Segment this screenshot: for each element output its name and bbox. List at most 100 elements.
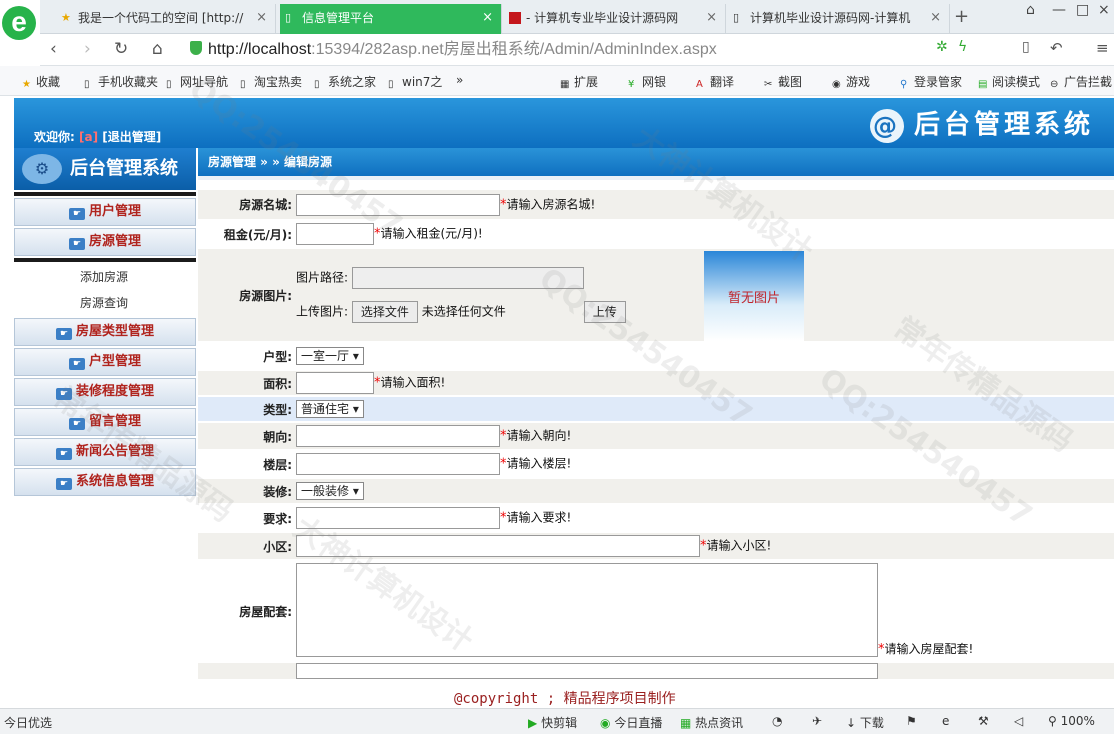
- bookmark-item[interactable]: ▤ 阅读模式: [978, 73, 1040, 91]
- choose-file-button[interactable]: 选择文件: [351, 301, 418, 323]
- breadcrumb: 房源管理 » » 编辑房源: [198, 148, 1114, 176]
- skin-icon[interactable]: ⌂: [1026, 2, 1035, 18]
- tab-label: 我是一个代码工的空间 [http://: [78, 11, 244, 25]
- bookmark-item[interactable]: ▯ win7之: [388, 73, 442, 91]
- bookmark-item[interactable]: ▦ 扩展: [560, 73, 598, 91]
- image-path-label: 图片路径:: [296, 270, 349, 285]
- close-icon[interactable]: ×: [706, 4, 717, 32]
- url-input[interactable]: http://localhost:15394/282asp.net房屋出租系统/…: [190, 38, 930, 62]
- logout-link[interactable]: [退出管理]: [102, 130, 161, 144]
- hand-icon: ☛: [68, 418, 85, 430]
- sidebar-item-house-type[interactable]: ☛ 房屋类型管理: [14, 318, 196, 346]
- close-icon[interactable]: ×: [256, 4, 267, 32]
- sidebar-item-user[interactable]: ☛ 用户管理: [14, 198, 196, 226]
- menu-icon[interactable]: ≡: [1096, 39, 1109, 57]
- sidebar-item-layout[interactable]: ☛ 户型管理: [14, 348, 196, 376]
- sidebar-item-system[interactable]: ☛ 系统信息管理: [14, 468, 196, 496]
- status-item[interactable]: ▦ 热点资讯: [680, 714, 743, 731]
- rent-input[interactable]: [296, 223, 374, 245]
- image-label: 房源图片:: [198, 248, 296, 343]
- status-item[interactable]: ↓ 下载: [846, 714, 884, 731]
- zoom-level[interactable]: ⚲ 100%: [1048, 714, 1095, 728]
- new-tab-button[interactable]: +: [954, 6, 969, 27]
- bookmark-item[interactable]: ▯ 系统之家: [314, 73, 376, 91]
- download-icon: ↓: [846, 716, 857, 730]
- status-item[interactable]: ▶ 快剪辑: [528, 714, 577, 731]
- flag-icon[interactable]: ⚑: [906, 714, 917, 728]
- image-preview: 暂无图片: [704, 251, 804, 341]
- hand-icon: ☛: [55, 328, 72, 340]
- sidebar-item-message[interactable]: ☛ 留言管理: [14, 408, 196, 436]
- gamepad-icon: ◉: [832, 79, 841, 90]
- bookmark-item[interactable]: A 翻译: [696, 73, 734, 91]
- status-item[interactable]: ◉ 今日直播: [600, 714, 662, 731]
- facility-textarea[interactable]: [296, 563, 878, 657]
- bookmark-item[interactable]: ¥ 网银: [628, 73, 666, 91]
- bookmark-item[interactable]: ★ 收藏: [22, 73, 60, 91]
- grid-icon: ▦: [560, 79, 570, 90]
- form-row: 类型: 普通住宅 ▾: [198, 396, 1114, 423]
- orientation-label: 朝向:: [198, 422, 296, 451]
- form-cell: *请输入房屋配套!: [296, 560, 1114, 663]
- bookmark-item[interactable]: ▯ 手机收藏夹: [84, 73, 158, 91]
- status-left[interactable]: 今日优选: [4, 714, 52, 731]
- bookmark-item[interactable]: ▯ 淘宝热卖: [240, 73, 302, 91]
- bookmark-item[interactable]: ⚲ 登录管家: [900, 73, 962, 91]
- name-input[interactable]: [296, 193, 500, 216]
- area-label: 面积:: [198, 370, 296, 397]
- type-select[interactable]: 普通住宅 ▾: [296, 400, 364, 418]
- sidebar-item-decoration[interactable]: ☛ 装修程度管理: [14, 378, 196, 406]
- form-cell: 普通住宅 ▾: [296, 396, 1114, 423]
- home-icon[interactable]: ⌂: [152, 39, 163, 59]
- floor-input[interactable]: [296, 453, 500, 475]
- close-icon[interactable]: ×: [930, 4, 941, 32]
- forward-icon[interactable]: ›: [84, 39, 91, 59]
- minimize-icon[interactable]: —: [1052, 2, 1066, 18]
- browser-tab-1[interactable]: ★ 我是一个代码工的空间 [http:// ×: [56, 4, 276, 34]
- status-item-label: 下载: [859, 716, 884, 730]
- decoration-select[interactable]: 一般装修 ▾: [296, 482, 364, 500]
- bookmark-item[interactable]: ▯ 网址导航: [166, 73, 228, 91]
- news-icon: ▦: [680, 716, 692, 730]
- layout-select[interactable]: 一室一厅 ▾: [296, 347, 364, 365]
- plane-icon[interactable]: ✈: [812, 714, 822, 728]
- bookmark-label: 收藏: [36, 75, 61, 89]
- browser-tab-2[interactable]: ▯ 信息管理平台 ×: [280, 4, 502, 34]
- upload-button[interactable]: 上传: [583, 301, 626, 323]
- browser-icon[interactable]: e: [942, 714, 949, 728]
- next-textarea[interactable]: [296, 663, 878, 679]
- orientation-input[interactable]: [296, 425, 500, 447]
- bookmark-item[interactable]: ✂ 截图: [764, 73, 802, 91]
- bookmark-item[interactable]: ◉ 游戏: [832, 73, 870, 91]
- phone-icon[interactable]: ▯: [1022, 39, 1030, 55]
- phone-icon: ▯: [84, 79, 90, 90]
- bolt-icon[interactable]: ϟ: [958, 39, 967, 55]
- speed-icon[interactable]: ◔: [772, 714, 782, 728]
- browser-tab-4[interactable]: ▯ 计算机毕业设计源码网-计算机 ×: [728, 4, 950, 34]
- back-icon[interactable]: ‹: [50, 39, 57, 59]
- bank-icon: ¥: [628, 79, 635, 90]
- close-window-icon[interactable]: ×: [1098, 2, 1110, 18]
- more-bookmarks-icon[interactable]: »: [456, 73, 463, 87]
- key-icon: ⚲: [900, 79, 908, 90]
- form-cell: *请输入楼层!: [296, 450, 1114, 479]
- sync-icon[interactable]: ✲: [936, 39, 948, 55]
- close-icon[interactable]: ×: [482, 4, 493, 32]
- sidebar-item-house[interactable]: ☛ 房源管理: [14, 228, 196, 256]
- area-input[interactable]: [296, 372, 374, 394]
- sidebar-item-news[interactable]: ☛ 新闻公告管理: [14, 438, 196, 466]
- requirement-input[interactable]: [296, 507, 500, 529]
- refresh-icon[interactable]: ↻: [114, 39, 128, 59]
- form-row: 户型: 一室一厅 ▾: [198, 342, 1114, 371]
- sidebar-subitem-query[interactable]: 房源查询: [14, 290, 196, 316]
- community-input[interactable]: [296, 535, 700, 557]
- volume-icon[interactable]: ◁: [1014, 714, 1023, 728]
- maximize-icon[interactable]: □: [1076, 2, 1089, 18]
- undo-icon[interactable]: ↶: [1050, 39, 1063, 57]
- image-path-input[interactable]: [351, 267, 584, 289]
- sidebar-subitem-add[interactable]: 添加房源: [14, 264, 196, 290]
- bookmark-item[interactable]: ⊖ 广告拦截: [1050, 73, 1112, 91]
- welcome-area: 欢迎你: [a] [退出管理]: [34, 128, 161, 145]
- tools-icon[interactable]: ⚒: [978, 714, 989, 728]
- browser-tab-3[interactable]: - 计算机专业毕业设计源码网 ×: [504, 4, 726, 34]
